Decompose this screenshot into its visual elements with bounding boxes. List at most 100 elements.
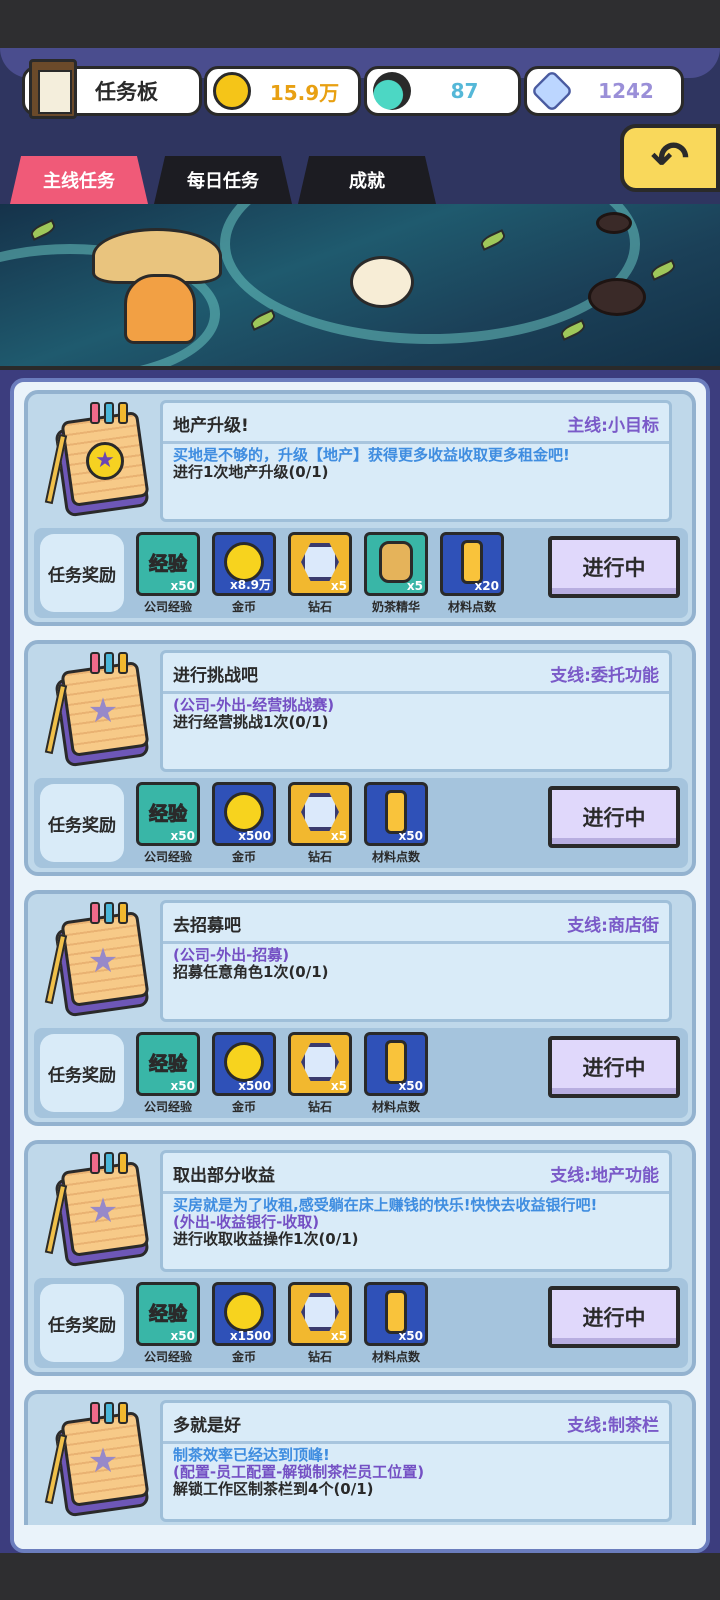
cat-character-illustration [124,274,196,344]
reward-label: 任务奖励 [40,1034,124,1112]
task-description-line: (配置-员工配置-解锁制茶栏员工位置) [173,1463,425,1481]
in-progress-button[interactable]: 进行中 [548,536,680,598]
reward-item[interactable]: 经验 x50 公司经验 [134,780,202,866]
reward-item[interactable]: x5 钻石 [286,1030,354,1116]
reward-row: 任务奖励 经验 x50 公司经验 x500 金币 x5 钻石 x50 材料点数 进行中 [34,778,688,868]
reward-item[interactable]: x1500 金币 [210,1280,278,1366]
reward-name: 材料点数 [447,600,496,614]
material-bottle-icon [385,790,407,834]
essence-value: 87 [450,79,479,103]
task-description: (公司-外出-招募) 招募任意角色1次(0/1) [173,947,663,981]
reward-item[interactable]: x50 材料点数 [362,1280,430,1366]
task-list[interactable]: ★ 地产升级! 主线:小目标 买地是不够的，升级【地产】获得更多收益收取更多租金吧! 进… [24,390,696,1549]
reward-quantity: x5 [330,1329,347,1343]
coin-value: 15.9万 [269,80,340,105]
tab-achievements[interactable]: 成就 [298,156,436,204]
reward-item[interactable]: 经验 x50 公司经验 [134,530,202,616]
reward-quantity: x8.9万 [230,578,271,592]
reward-icon-frame: 经验 x50 [136,1282,200,1346]
task-description-line: (外出-收益银行-收取) [173,1213,320,1231]
milk-tea-essence-icon [379,541,413,583]
in-progress-button[interactable]: 进行中 [548,1036,680,1098]
task-description-line: 解锁工作区制茶栏到4个(0/1) [173,1480,374,1498]
reward-item[interactable]: x5 奶茶精华 [362,530,430,616]
reward-item[interactable]: x500 金币 [210,780,278,866]
cookie-illustration [588,278,646,316]
reward-item[interactable]: x5 钻石 [286,1280,354,1366]
star-icon: ★ [87,1191,119,1231]
coin-icon [224,1042,264,1082]
back-button[interactable]: ↶ [620,124,720,192]
reward-name: 金币 [231,1350,256,1364]
reward-item[interactable]: x20 材料点数 [438,530,506,616]
header-banner-illustration [0,204,720,370]
task-card: ★ 取出部分收益 支线:地产功能 买房就是为了收租,感受躺在床上赚钱的快乐!快快去收益… [24,1140,696,1376]
material-bottle-icon [385,1290,407,1334]
tab-bar: 主线任务 每日任务 成就 [10,156,436,204]
reward-icon-frame: x50 [364,1032,428,1096]
task-description-line: 买房就是为了收租,感受躺在床上赚钱的快乐!快快去收益银行吧! [173,1196,598,1214]
reward-label: 任务奖励 [40,534,124,612]
status-bar [0,0,720,48]
material-bottle-icon [385,1040,407,1084]
reward-quantity: x500 [238,1079,271,1093]
task-card: ★ 地产升级! 主线:小目标 买地是不够的，升级【地产】获得更多收益收取更多租金吧! 进… [24,390,696,626]
task-description: 制茶效率已经达到顶峰! (配置-员工配置-解锁制茶栏员工位置) 解锁工作区制茶栏到4… [173,1447,663,1498]
star-icon: ★ [87,1441,119,1481]
coin-counter: 15.9万 [204,66,361,116]
exp-icon: 经验 [148,1302,187,1325]
reward-item[interactable]: x500 金币 [210,1030,278,1116]
reward-quantity: x20 [474,579,499,593]
exp-icon: 经验 [148,802,187,825]
reward-item[interactable]: 经验 x50 公司经验 [134,1030,202,1116]
task-title: 取出部分收益 [173,1166,275,1186]
in-progress-button[interactable]: 进行中 [548,786,680,848]
reward-name: 材料点数 [371,850,420,864]
task-description-line: 招募任意角色1次(0/1) [173,963,329,981]
material-bottle-icon [461,540,483,584]
reward-quantity: x50 [398,1079,423,1093]
tab-daily-quests[interactable]: 每日任务 [154,156,292,204]
task-card: ★ 去招募吧 支线:商店街 (公司-外出-招募) 招募任意角色1次(0/1) 任务奖励 经验… [24,890,696,1126]
tab-main-quests[interactable]: 主线任务 [10,156,148,204]
cookie-illustration [596,212,632,234]
coin-icon [224,792,264,832]
reward-quantity: x1500 [229,1329,271,1343]
reward-row: 任务奖励 经验 x50 公司经验 x500 金币 x5 钻石 x50 材料点数 进行中 [34,1028,688,1118]
reward-quantity: x5 [330,829,347,843]
task-info: 去招募吧 支线:商店街 (公司-外出-招募) 招募任意角色1次(0/1) [160,900,672,1022]
task-notebook-icon: ★ [42,1152,154,1268]
task-description-line: 进行1次地产升级(0/1) [173,463,329,481]
clipboard-icon [29,59,77,119]
gem-icon [301,1293,339,1331]
gem-value: 1242 [598,79,654,103]
gem-icon [530,69,574,113]
exp-icon: 经验 [148,552,187,575]
back-arrow-icon: ↶ [650,131,690,185]
task-description: 买地是不够的，升级【地产】获得更多收益收取更多租金吧! 进行1次地产升级(0/1) [173,447,663,481]
reward-icon-frame: x1500 [212,1282,276,1346]
reward-item[interactable]: x5 钻石 [286,530,354,616]
task-title: 多就是好 [173,1416,241,1436]
reward-icon-frame: 经验 x50 [136,1032,200,1096]
in-progress-button[interactable]: 进行中 [548,1286,680,1348]
reward-item[interactable]: 经验 x50 公司经验 [134,1280,202,1366]
reward-icon-frame: x5 [364,532,428,596]
reward-quantity: x5 [330,1079,347,1093]
reward-quantity: x50 [170,579,195,593]
task-info: 多就是好 支线:制茶栏 制茶效率已经达到顶峰! (配置-员工配置-解锁制茶栏员工位置)… [160,1400,672,1522]
reward-item[interactable]: x8.9万 金币 [210,530,278,616]
reward-row: 任务奖励 经验 x50 公司经验 x8.9万 金币 x5 钻石 x5 奶茶精华 x20 材料点数 进行中 [34,528,688,618]
gem-icon [301,1043,339,1081]
reward-icon-frame: x20 [440,532,504,596]
task-description-line: 制茶效率已经达到顶峰! [173,1446,330,1464]
page-title: 任务板 [95,80,158,104]
task-board-screen: 任务板 15.9万 87 1242 ↶ 主线任务 每日任务 成就 ★ 地产升级!… [0,48,720,1553]
reward-name: 钻石 [307,600,332,614]
task-title: 去招募吧 [173,916,241,936]
reward-item[interactable]: x50 材料点数 [362,1030,430,1116]
reward-item[interactable]: x5 钻石 [286,780,354,866]
reward-quantity: x5 [330,579,347,593]
reward-icon-frame: x500 [212,782,276,846]
reward-item[interactable]: x50 材料点数 [362,780,430,866]
